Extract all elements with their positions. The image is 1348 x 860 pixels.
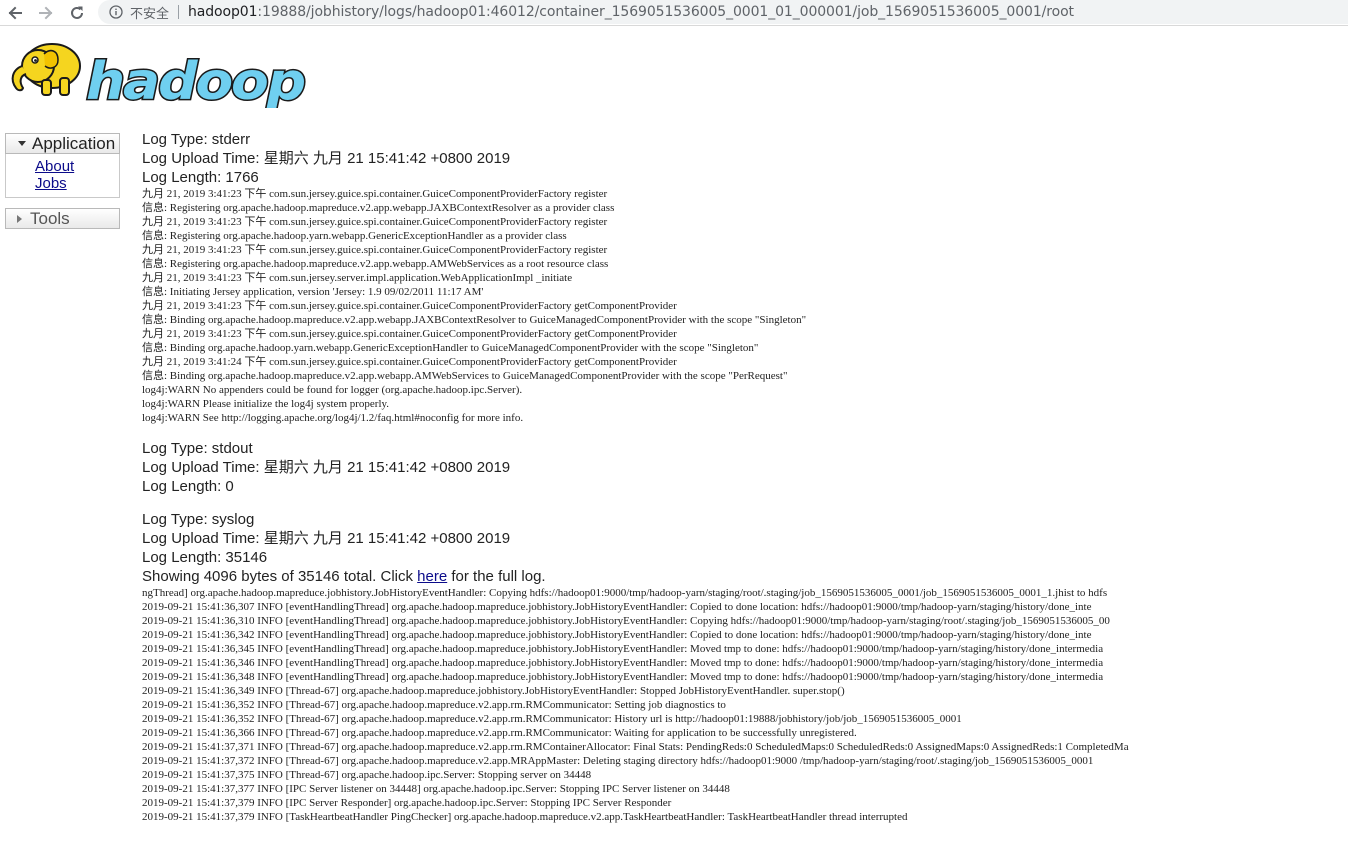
log-text: ngThread] org.apache.hadoop.mapreduce.jo… bbox=[142, 587, 1129, 823]
log-upload-time: Log Upload Time: 星期六 九月 21 15:41:42 +080… bbox=[142, 459, 511, 476]
sidebar-application-header[interactable]: Application bbox=[5, 133, 120, 154]
showing-prefix: Showing 4096 bytes of 35146 total. Click bbox=[142, 568, 418, 585]
logo-wordmark: hadoop bbox=[86, 52, 305, 108]
forward-button[interactable] bbox=[33, 0, 59, 25]
sidebar-tools-label: Tools bbox=[30, 208, 70, 228]
hadoop-logo[interactable]: hadoop bbox=[8, 36, 306, 108]
browser-toolbar: 不安全 hadoop01:19888/jobhistory/logs/hadoo… bbox=[0, 0, 1348, 26]
log-length: Log Length: 0 bbox=[142, 478, 234, 495]
reload-icon bbox=[71, 6, 83, 19]
log-length: Log Length: 1766 bbox=[142, 169, 259, 186]
log-text: 九月 21, 2019 3:41:23 下午 com.sun.jersey.gu… bbox=[142, 188, 807, 424]
address-separator bbox=[178, 5, 180, 19]
sidebar-application-section: Application About Jobs bbox=[5, 133, 120, 198]
info-icon[interactable] bbox=[109, 5, 123, 19]
sidebar-tools-header[interactable]: Tools bbox=[5, 208, 120, 229]
sidebar-link-jobs[interactable]: Jobs bbox=[35, 175, 119, 192]
log-showing-notice: Showing 4096 bytes of 35146 total. Click… bbox=[142, 567, 1348, 586]
back-button[interactable] bbox=[2, 0, 28, 25]
log-upload-time: Log Upload Time: 星期六 九月 21 15:41:42 +080… bbox=[142, 530, 511, 547]
sidebar-application-links: About Jobs bbox=[5, 154, 120, 198]
reload-button[interactable] bbox=[64, 0, 90, 25]
log-upload-time: Log Upload Time: 星期六 九月 21 15:41:42 +080… bbox=[142, 150, 511, 167]
log-type: Log Type: syslog bbox=[142, 511, 255, 528]
log-section-stderr: Log Type: stderr Log Upload Time: 星期六 九月… bbox=[142, 130, 1348, 425]
full-log-link[interactable]: here bbox=[417, 568, 447, 585]
arrow-left-icon bbox=[8, 6, 22, 19]
log-type: Log Type: stdout bbox=[142, 440, 253, 457]
sidebar-link-about[interactable]: About bbox=[35, 158, 119, 175]
url-host: hadoop01 bbox=[188, 4, 258, 20]
sidebar-application-label: Application bbox=[32, 133, 116, 153]
url-text[interactable]: hadoop01:19888/jobhistory/logs/hadoop01:… bbox=[188, 4, 1074, 20]
log-length: Log Length: 35146 bbox=[142, 549, 268, 566]
showing-suffix: for the full log. bbox=[447, 568, 546, 585]
log-section-stdout: Log Type: stdout Log Upload Time: 星期六 九月… bbox=[142, 439, 1348, 496]
sidebar-tools-section: Tools bbox=[5, 208, 120, 229]
security-status-label[interactable]: 不安全 bbox=[130, 3, 169, 22]
log-section-syslog: Log Type: syslog Log Upload Time: 星期六 九月… bbox=[142, 510, 1348, 824]
arrow-right-icon bbox=[39, 6, 53, 19]
log-content: Log Type: stderr Log Upload Time: 星期六 九月… bbox=[142, 130, 1348, 824]
log-type: Log Type: stderr bbox=[142, 131, 251, 148]
address-bar[interactable]: 不安全 hadoop01:19888/jobhistory/logs/hadoo… bbox=[98, 0, 1348, 24]
elephant-icon bbox=[11, 43, 81, 96]
url-path: :19888/jobhistory/logs/hadoop01:46012/co… bbox=[257, 4, 1074, 20]
triangle-down-icon bbox=[18, 141, 26, 146]
triangle-right-icon bbox=[17, 214, 22, 223]
